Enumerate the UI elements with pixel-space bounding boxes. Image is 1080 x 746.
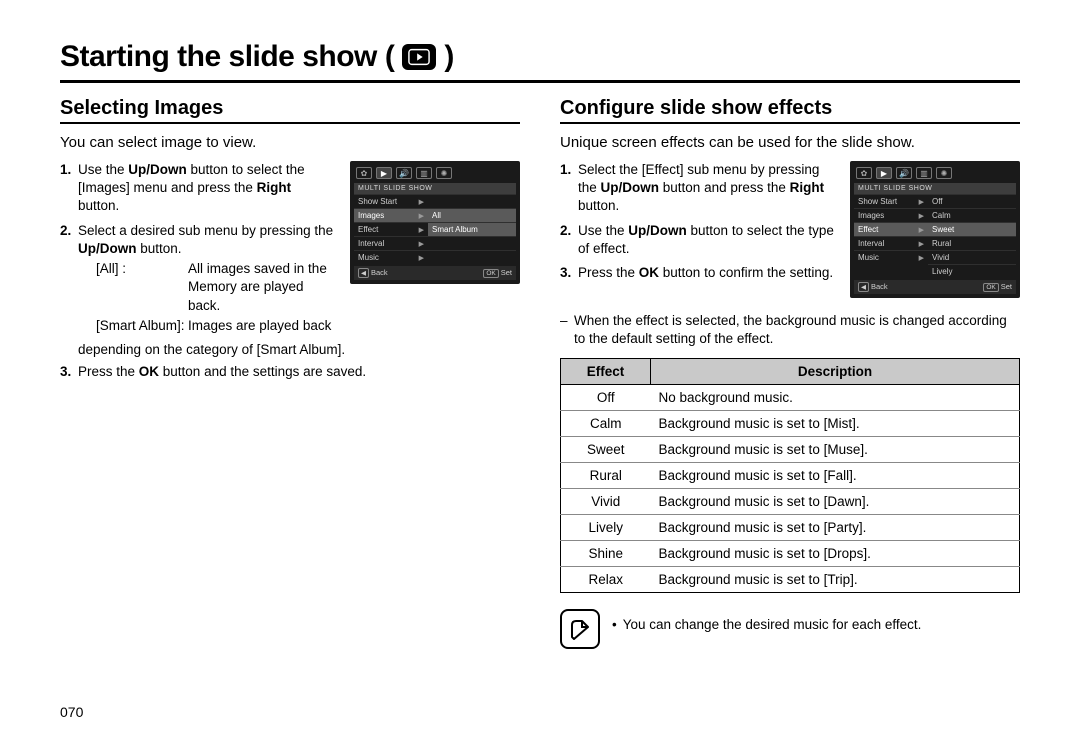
table-row: ShineBackground music is set to [Drops].	[561, 541, 1020, 567]
def-smart-album-cont: depending on the category of [Smart Albu…	[78, 341, 520, 359]
lcd-tab-camera-icon: ✿	[856, 167, 872, 179]
lcd-right-title: MULTI SLIDE SHOW	[854, 183, 1016, 194]
intro-left: You can select image to view.	[60, 134, 520, 151]
col-selecting-images: Selecting Images You can select image to…	[60, 91, 520, 649]
heading-selecting-images: Selecting Images	[60, 97, 520, 120]
table-row: VividBackground music is set to [Dawn].	[561, 489, 1020, 515]
step-left-1: Use the Up/Down button to select the [Im…	[60, 161, 336, 216]
lcd-tab-display-icon: ▥	[916, 167, 932, 179]
note-icon	[560, 609, 600, 649]
table-row: RuralBackground music is set to [Fall].	[561, 463, 1020, 489]
intro-right: Unique screen effects can be used for th…	[560, 134, 1020, 151]
tip-text: You can change the desired music for eac…	[612, 617, 921, 632]
th-effect: Effect	[561, 359, 651, 385]
lcd-right: ✿ ▶ 🔊 ▥ ✺ MULTI SLIDE SHOW Show Start▶Of…	[850, 161, 1020, 298]
note-effect-music: – When the effect is selected, the backg…	[560, 312, 1020, 348]
slideshow-icon	[402, 44, 436, 70]
step-left-2: Select a desired sub menu by pressing th…	[60, 222, 336, 335]
lcd-tab-settings-icon: ✺	[436, 167, 452, 179]
lcd-left-title: MULTI SLIDE SHOW	[354, 183, 516, 194]
steps-right: Select the [Effect] sub menu by pressing…	[560, 161, 836, 282]
step-left-3: Press the OK button and the settings are…	[60, 363, 520, 381]
table-row: RelaxBackground music is set to [Trip].	[561, 567, 1020, 593]
lcd-tab-sound-icon: 🔊	[896, 167, 912, 179]
step-right-1: Select the [Effect] sub menu by pressing…	[560, 161, 836, 216]
lcd-right-row-4: Music▶Vivid	[854, 250, 1016, 264]
lcd-tab-display-icon: ▥	[416, 167, 432, 179]
lcd-right-footer: ◀Back OKSet	[854, 280, 1016, 294]
step-right-2: Use the Up/Down button to select the typ…	[560, 222, 836, 258]
table-row: LivelyBackground music is set to [Party]…	[561, 515, 1020, 541]
lcd-tab-sound-icon: 🔊	[396, 167, 412, 179]
tip-box: You can change the desired music for eac…	[560, 609, 1020, 649]
lcd-left-row-1: Images▶All	[354, 208, 516, 222]
table-row: CalmBackground music is set to [Mist].	[561, 411, 1020, 437]
lcd-right-row-3: Interval▶Rural	[854, 236, 1016, 250]
heading-rule-left	[60, 122, 520, 124]
lcd-right-row-extra: Lively	[854, 264, 1016, 278]
lcd-left-tabs: ✿ ▶ 🔊 ▥ ✺	[354, 165, 516, 183]
effects-table: Effect Description OffNo background musi…	[560, 358, 1020, 593]
table-row: OffNo background music.	[561, 385, 1020, 411]
lcd-left-row-2: Effect▶Smart Album	[354, 222, 516, 236]
th-description: Description	[651, 359, 1020, 385]
table-row: SweetBackground music is set to [Muse].	[561, 437, 1020, 463]
lcd-tab-play-icon: ▶	[376, 167, 392, 179]
lcd-right-tabs: ✿ ▶ 🔊 ▥ ✺	[854, 165, 1016, 183]
title-text: Starting the slide show	[60, 40, 377, 74]
def-all: [All] : All images saved in the Memory a…	[96, 260, 336, 315]
lcd-right-row-2: Effect▶Sweet	[854, 222, 1016, 236]
title-paren-close: )	[444, 40, 454, 74]
col-configure-effects: Configure slide show effects Unique scre…	[560, 91, 1020, 649]
lcd-left-footer: ◀Back OKSet	[354, 266, 516, 280]
heading-configure-effects: Configure slide show effects	[560, 97, 1020, 120]
def-smart-album: [Smart Album]: Images are played back	[96, 317, 336, 335]
lcd-left-row-3: Interval▶	[354, 236, 516, 250]
title-rule	[60, 80, 1020, 83]
page-number: 070	[60, 704, 83, 720]
title-paren-open: (	[385, 40, 395, 74]
lcd-tab-play-icon: ▶	[876, 167, 892, 179]
lcd-tab-camera-icon: ✿	[356, 167, 372, 179]
page-title: Starting the slide show ( )	[60, 40, 1020, 74]
lcd-tab-settings-icon: ✺	[936, 167, 952, 179]
steps-left: Use the Up/Down button to select the [Im…	[60, 161, 336, 335]
step-right-3: Press the OK button to confirm the setti…	[560, 264, 836, 282]
heading-rule-right	[560, 122, 1020, 124]
lcd-right-row-0: Show Start▶Off	[854, 194, 1016, 208]
lcd-right-row-1: Images▶Calm	[854, 208, 1016, 222]
lcd-left-row-0: Show Start▶	[354, 194, 516, 208]
lcd-left-row-4: Music▶	[354, 250, 516, 264]
lcd-left: ✿ ▶ 🔊 ▥ ✺ MULTI SLIDE SHOW Show Start▶ I…	[350, 161, 520, 284]
